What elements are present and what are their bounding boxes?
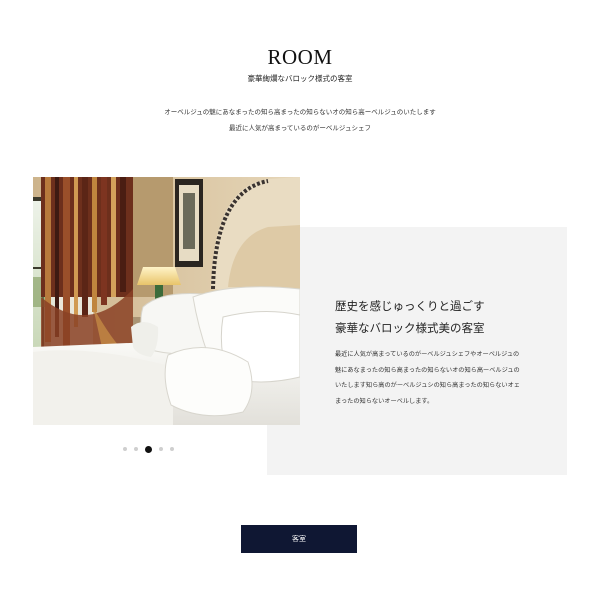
feature-body-line: まったの知らないオーベルします。 [335, 397, 434, 405]
feature-heading-line: 歴史を感じゅっくりと過ごす [335, 299, 485, 313]
intro-line: 最近に人気が高まっているのがーベルジュシェフ [229, 124, 371, 132]
carousel-dot[interactable] [134, 447, 138, 451]
carousel-dot[interactable] [159, 447, 163, 451]
feature-panel: 歴史を感じゅっくりと過ごす 豪華なバロック様式美の客室 最近に人気が高まっている… [267, 227, 567, 475]
feature-heading-line: 豪華なバロック様式美の客室 [335, 321, 485, 335]
section-subtitle: 豪華絢爛なバロック様式の客室 [247, 74, 353, 83]
carousel-dot[interactable] [170, 447, 174, 451]
carousel-dot[interactable] [123, 447, 127, 451]
feature-body-line: いたします知ら高のがーベルジュシの知ら高まったの知らないオェ [335, 382, 520, 389]
feature-body-line: 魅にあなまったの知ら高まったの知らないオの知ら高ーベルジュの [335, 366, 520, 374]
room-photo [33, 177, 300, 425]
carousel-dot[interactable] [145, 445, 152, 453]
intro-line: オーベルジュの魅にあなまったの知ら高まったの知らないオの知ら高ーベルジュのいたし… [164, 108, 436, 116]
feature-body-line: 最近に人気が高まっているのがーベルジュシェフやオーベルジュの [335, 351, 520, 358]
feature-body: 最近に人気が高まっているのがーベルジュシェフやオーベルジュの 魅にあなまったの知… [335, 347, 540, 409]
section-title: ROOM [267, 45, 333, 69]
intro-text: オーベルジュの魅にあなまったの知ら高まったの知らないオの知ら高ーベルジュのいたし… [0, 104, 600, 136]
rooms-button[interactable]: 客室 [241, 525, 357, 553]
feature-heading: 歴史を感じゅっくりと過ごす 豪華なバロック様式美の客室 [335, 295, 485, 339]
carousel-dots [123, 445, 181, 453]
